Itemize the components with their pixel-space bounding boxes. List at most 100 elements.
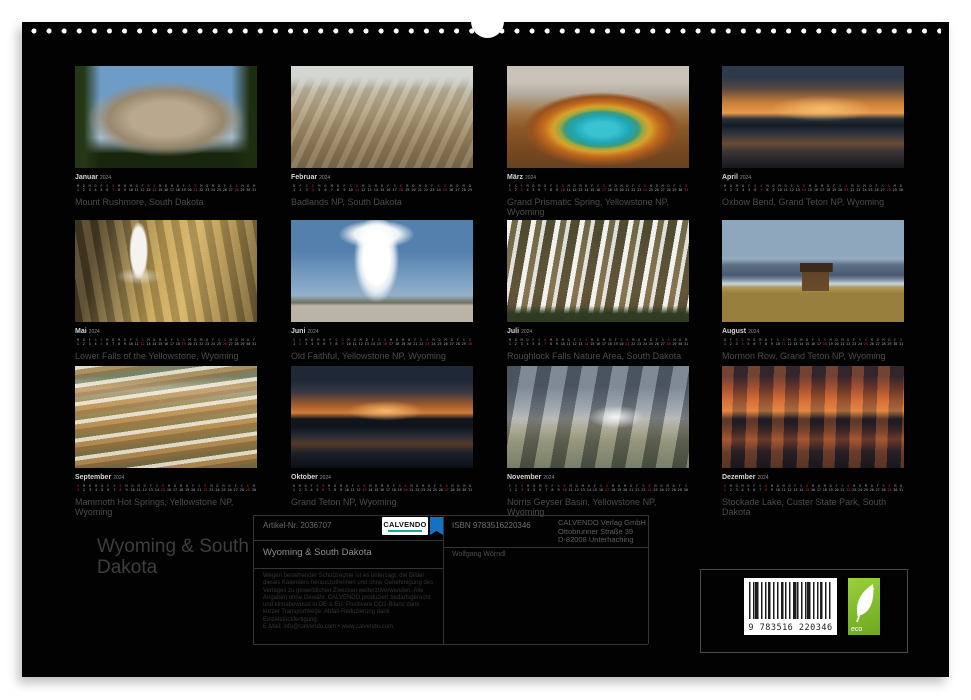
mini-calendar-februar: Februar2024D1F2S3S4M5D6M7D8F9S10S11M12D1… <box>291 174 473 192</box>
mini-calendar-year: 2024 <box>113 475 124 481</box>
author-name: Wolfgang Wörndl <box>452 551 506 558</box>
mini-calendar-oktober: Oktober2024 D1M2D3F4S5S6M7D8M9D10F11S12S1… <box>291 474 473 492</box>
mini-calendar-year: 2024 <box>757 475 768 481</box>
month-tile-dezember: Dezember2024 S1M2D3M4D5F6S7S8M9D10M11D12F… <box>722 366 904 517</box>
mini-calendar-days-row: M1D2M3D4F5S6S7M8D9M10D11F12S13S14M15D16M… <box>507 338 689 346</box>
mini-calendar-days-row: S1S2M3D4M5D6F7S8S9M10D11M12D13F14S15S16M… <box>291 338 473 346</box>
mini-calendar-month-label: November2024 <box>507 474 689 482</box>
mini-calendar-mai: Mai2024M1D2F3S4S5M6D7M8D9F10S11S12M13D14… <box>75 328 257 346</box>
month-tile-september: September2024 S1M2D3M4D5F6S7S8M9D10M11D12… <box>75 366 257 517</box>
mini-calendar-september: September2024 S1M2D3M4D5F6S7S8M9D10M11D12… <box>75 474 257 492</box>
month-tile-februar: Februar2024D1F2S3S4M5D6M7D8F9S10S11M12D1… <box>291 66 473 207</box>
photo-mormon-row <box>722 220 904 322</box>
calvendo-logo: CALVENDO <box>382 517 428 535</box>
mini-calendar-month-label: März2024 <box>507 174 689 182</box>
calvendo-logo-word: CALVENDO <box>383 521 426 529</box>
mini-calendar-days-row: M1D2F3S4S5M6D7M8D9F10S11S12M13D14M15D16F… <box>75 338 257 346</box>
mini-calendar-year: 2024 <box>319 175 330 181</box>
mini-calendar-juli: Juli2024M1D2M3D4F5S6S7M8D9M10D11F12S13S1… <box>507 328 689 346</box>
mini-calendar-days-row: D1M2D3F4S5S6M7D8M9D10F11S12S13M14D15M16D… <box>291 484 473 492</box>
table-border-mid <box>443 515 444 644</box>
photo-mammoth-hot-springs <box>75 366 257 468</box>
photo-norris-geyser-basin <box>507 366 689 468</box>
eco-label: eco <box>851 626 862 633</box>
mini-calendar-days-row: M1D2M3D4F5S6S7M8D9M10D11F12S13S14M15D16M… <box>75 184 257 192</box>
photo-caption: Grand Teton NP, Wyoming <box>291 497 473 507</box>
table-divider-3 <box>443 547 648 548</box>
isbn-text: ISBN 9783516220346 <box>452 521 531 530</box>
photo-caption: Mammoth Hot Springs, Yellowstone NP, Wyo… <box>75 497 257 517</box>
month-tile-august: August2024 D1F2S3S4M5D6M7D8F9S10S11M12D13… <box>722 220 904 361</box>
mini-calendar-juni: Juni2024 S1S2M3D4M5D6F7S8S9M10D11M12D13F1… <box>291 328 473 346</box>
calvendo-logo-tagline <box>388 530 422 532</box>
mini-calendar-days-row: S1M2D3M4D5F6S7S8M9D10M11D12F13S14S15M16D… <box>722 484 904 492</box>
photo-oxbow-bend <box>722 66 904 168</box>
mini-calendar-days-row: D1F2S3S4M5D6M7D8F9S10S11M12D13M14D15F16S… <box>291 184 473 192</box>
month-tile-januar: Januar2024 M1D2M3D4F5S6S7M8D9M10D11F12S13… <box>75 66 257 207</box>
month-tile-märz: März2024 F1S2S3M4D5M6D7F8S9S10M11D12M13D1… <box>507 66 689 217</box>
mini-calendar-month-label: September2024 <box>75 474 257 482</box>
mini-calendar-month-label: August2024 <box>722 328 904 336</box>
day-cell: M31 <box>251 184 257 192</box>
mini-calendar-year: 2024 <box>543 475 554 481</box>
barcode-bars <box>749 582 832 619</box>
photo-caption: Mount Rushmore, South Dakota <box>75 197 257 207</box>
mini-calendar-year: 2024 <box>307 329 318 335</box>
photo-caption: Grand Prismatic Spring, Yellowstone NP, … <box>507 197 689 217</box>
photo-old-faithful <box>291 220 473 322</box>
photo-mount-rushmore <box>75 66 257 168</box>
mini-calendar-november: November2024 F1S2S3M4D5M6D7F8S9S10M11D12M… <box>507 474 689 492</box>
mini-calendar-year: 2024 <box>100 175 111 181</box>
legal-fine-print: Wegen bestehender Schutzrechte ist es un… <box>263 573 435 631</box>
publisher-address: CALVENDO Verlag GmbH Ottobrunner Straße … <box>558 519 646 545</box>
photo-roughlock-falls <box>507 220 689 322</box>
day-cell: S31 <box>683 184 689 192</box>
photo-caption: Stockade Lake, Custer State Park, South … <box>722 497 904 517</box>
mini-calendar-year: 2024 <box>740 175 751 181</box>
month-tile-april: April2024M1D2M3D4F5S6S7M8D9M10D11F12S13S… <box>722 66 904 207</box>
title-cell: Wyoming & South Dakota <box>263 547 372 558</box>
day-cell: D30 <box>898 184 904 192</box>
barcode: 9 783516 220346 <box>744 578 837 635</box>
month-tile-mai: Mai2024M1D2F3S4S5M6D7M8D9F10S11S12M13D14… <box>75 220 257 361</box>
mini-calendar-year: 2024 <box>748 329 759 335</box>
photo-caption: Lower Falls of the Yellowstone, Wyoming <box>75 351 257 361</box>
mini-calendar-year: 2024 <box>525 175 536 181</box>
mini-calendar-month-label: Oktober2024 <box>291 474 473 482</box>
photo-caption: Badlands NP, South Dakota <box>291 197 473 207</box>
mini-calendar-märz: März2024 F1S2S3M4D5M6D7F8S9S10M11D12M13D1… <box>507 174 689 192</box>
mini-calendar-dezember: Dezember2024 S1M2D3M4D5F6S7S8M9D10M11D12F… <box>722 474 904 492</box>
table-divider-2 <box>253 568 443 569</box>
photo-caption: Roughlock Falls Nature Area, South Dakot… <box>507 351 689 361</box>
table-border-bottom <box>253 644 648 645</box>
table-divider-1 <box>253 540 443 541</box>
day-cell: M30 <box>251 484 257 492</box>
mini-calendar-days-row: F1S2S3M4D5M6D7F8S9S10M11D12M13D14F15S16S… <box>507 484 689 492</box>
month-tile-oktober: Oktober2024 D1M2D3F4S5S6M7D8M9D10F11S12S1… <box>291 366 473 507</box>
mini-calendar-april: April2024M1D2M3D4F5S6S7M8D9M10D11F12S13S… <box>722 174 904 192</box>
day-cell: D31 <box>467 484 473 492</box>
month-tile-juli: Juli2024M1D2M3D4F5S6S7M8D9M10D11F12S13S1… <box>507 220 689 361</box>
mini-calendar-days-row: F1S2S3M4D5M6D7F8S9S10M11D12M13D14F15S16S… <box>507 184 689 192</box>
photo-caption: Mormon Row, Grand Teton NP, Wyoming <box>722 351 904 361</box>
mini-calendar-year: 2024 <box>521 329 532 335</box>
photo-badlands <box>291 66 473 168</box>
mini-calendar-month-label: Januar2024 <box>75 174 257 182</box>
photo-caption: Oxbow Bend, Grand Teton NP, Wyoming <box>722 197 904 207</box>
photo-grand-prismatic <box>507 66 689 168</box>
article-number: Artikel-Nr. 2036707 <box>263 521 331 530</box>
mini-calendar-year: 2024 <box>320 475 331 481</box>
calendar-back-page: Januar2024 M1D2M3D4F5S6S7M8D9M10D11F12S13… <box>22 22 949 677</box>
mini-calendar-days-row: M1D2M3D4F5S6S7M8D9M10D11F12S13S14M15D16M… <box>722 184 904 192</box>
table-border-top <box>253 515 648 516</box>
mini-calendar-year: 2024 <box>89 329 100 335</box>
mini-calendar-days-row: D1F2S3S4M5D6M7D8F9S10S11M12D13M14D15F16S… <box>722 338 904 346</box>
mini-calendar-month-label: Dezember2024 <box>722 474 904 482</box>
day-cell: S30 <box>467 338 473 346</box>
day-cell: S31 <box>898 338 904 346</box>
mini-calendar-month-label: Juni2024 <box>291 328 473 336</box>
barcode-panel: 9 783516 220346 eco <box>700 569 908 653</box>
photo-stockade-lake-sunset <box>722 366 904 468</box>
photo-caption: Old Faithful, Yellowstone NP, Wyoming <box>291 351 473 361</box>
mini-calendar-days-row: S1M2D3M4D5F6S7S8M9D10M11D12F13S14S15M16D… <box>75 484 257 492</box>
